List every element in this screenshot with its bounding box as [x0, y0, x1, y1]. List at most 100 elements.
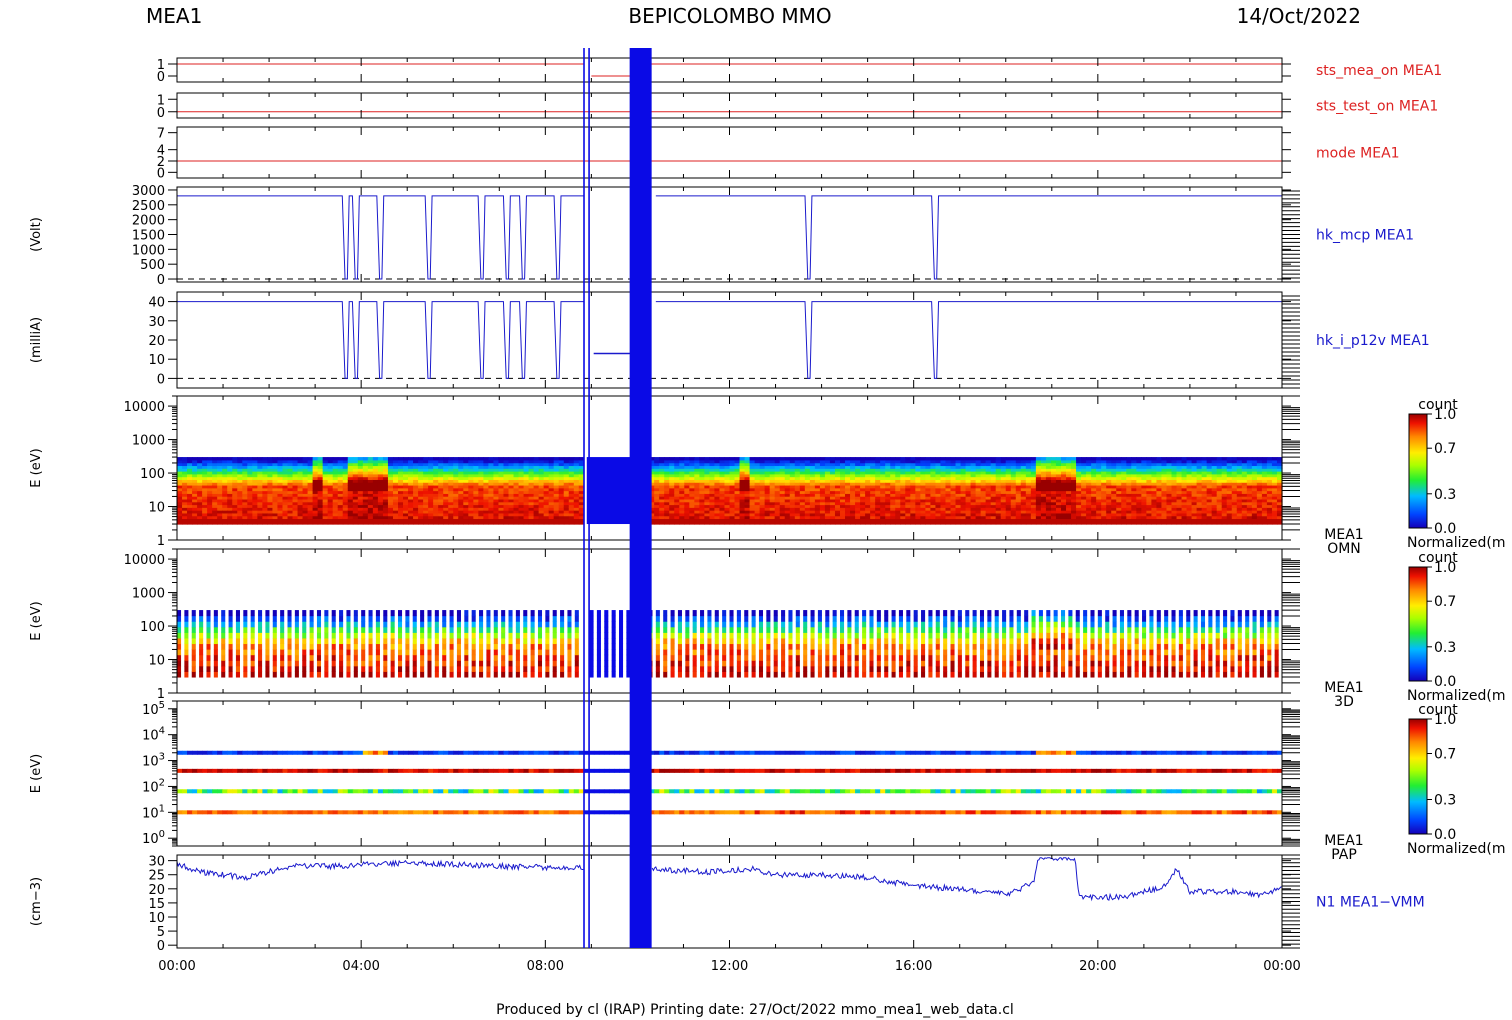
omn-cell	[694, 457, 700, 461]
omn-cell	[729, 457, 736, 461]
omn-cell	[1000, 457, 1007, 461]
omn-cell	[1196, 457, 1203, 461]
omn-cell	[1030, 457, 1037, 461]
omn-cell	[297, 457, 304, 461]
omn-cell	[453, 457, 459, 461]
omn-cell	[1146, 457, 1153, 461]
omn-cell	[242, 457, 248, 461]
omn-cell	[744, 457, 751, 461]
omn-cell	[182, 457, 188, 461]
3d-cell	[184, 660, 189, 667]
omn-cell	[327, 457, 334, 461]
omn-cell	[443, 457, 449, 461]
omn-cell	[865, 457, 871, 461]
3d-cell	[177, 671, 182, 678]
omn-cell	[885, 457, 891, 461]
omn-cell	[332, 457, 339, 461]
omn-cell	[1246, 457, 1253, 461]
omn-cell	[1081, 457, 1087, 461]
omn-cell	[900, 457, 906, 461]
omn-cell	[664, 457, 670, 461]
omn-cell	[890, 457, 896, 461]
omn-cell	[779, 457, 786, 461]
mea1-summary-chart: MEA1 BEPICOLOMBO MMO 14/Oct/2022 Produce…	[29, 4, 1506, 1018]
omn-cell	[789, 457, 796, 461]
3d-cell	[184, 637, 189, 645]
omn-cell	[428, 457, 434, 461]
omn-cell	[704, 457, 711, 461]
3d-cell	[177, 632, 182, 639]
3d-cell	[184, 654, 189, 661]
omn-cell	[1181, 457, 1188, 461]
omn-cell	[322, 457, 329, 461]
omn-cell	[719, 457, 726, 461]
omn-cell	[307, 457, 314, 461]
omn-cell	[1091, 457, 1097, 461]
3d-cell	[184, 610, 189, 617]
omn-cell	[523, 457, 530, 461]
omn-cell	[1040, 457, 1047, 461]
omn-cell	[1241, 457, 1248, 461]
omn-cell	[177, 457, 183, 461]
omn-cell	[277, 457, 284, 461]
omn-cell	[1266, 457, 1273, 461]
omn-cell	[448, 457, 454, 461]
omn-cell	[222, 457, 228, 461]
omn-cell	[312, 457, 319, 461]
omn-cell	[418, 457, 424, 461]
3d-cell	[177, 626, 182, 633]
omn-cell	[870, 457, 876, 461]
omn-cell	[1156, 457, 1163, 461]
3d-cell	[177, 615, 182, 622]
omn-cell	[940, 457, 947, 461]
omn-cell	[935, 457, 942, 461]
omn-cell	[212, 457, 218, 461]
omn-cell	[563, 457, 570, 461]
omn-cell	[207, 457, 213, 461]
omn-cell	[754, 457, 761, 461]
omn-cell	[965, 457, 972, 461]
omn-cell	[804, 457, 811, 461]
omn-cell	[352, 457, 359, 461]
omn-cell	[960, 457, 967, 461]
omn-cell	[558, 457, 565, 461]
omn-cell	[1211, 457, 1218, 461]
omn-cell	[227, 457, 233, 461]
omn-cell	[1161, 457, 1168, 461]
omn-cell	[1045, 457, 1052, 461]
omn-cell	[915, 457, 921, 461]
omn-cell	[860, 457, 866, 461]
omn-cell	[970, 457, 977, 461]
omn-cell	[834, 457, 841, 461]
omn-cell	[1035, 457, 1042, 461]
omn-cell	[483, 457, 490, 461]
omn-cell	[734, 457, 741, 461]
omn-cell	[342, 457, 349, 461]
omn-cell	[468, 457, 474, 461]
omn-cell	[1136, 457, 1142, 461]
omn-cell	[382, 457, 389, 461]
omn-cell	[975, 457, 982, 461]
omn-cell	[232, 457, 238, 461]
omn-cell	[955, 457, 962, 461]
omn-cell	[819, 457, 826, 461]
omn-cell	[1271, 457, 1278, 461]
omn-cell	[930, 457, 937, 461]
omn-cell	[659, 457, 665, 461]
omn-cell	[413, 457, 419, 461]
3d-cell	[177, 610, 182, 617]
3d-cell	[184, 615, 189, 622]
3d-cell	[184, 632, 189, 639]
omn-cell	[568, 457, 575, 461]
omn-cell	[1096, 457, 1102, 461]
omn-cell	[1131, 457, 1137, 461]
omn-cell	[1066, 457, 1072, 461]
omn-cell	[895, 457, 901, 461]
omn-cell	[197, 457, 203, 461]
omn-cell	[217, 457, 223, 461]
omn-cell	[910, 457, 916, 461]
3d-cell	[184, 649, 189, 656]
omn-cell	[408, 457, 414, 461]
omn-cell	[880, 457, 886, 461]
omn-cell	[684, 457, 690, 461]
